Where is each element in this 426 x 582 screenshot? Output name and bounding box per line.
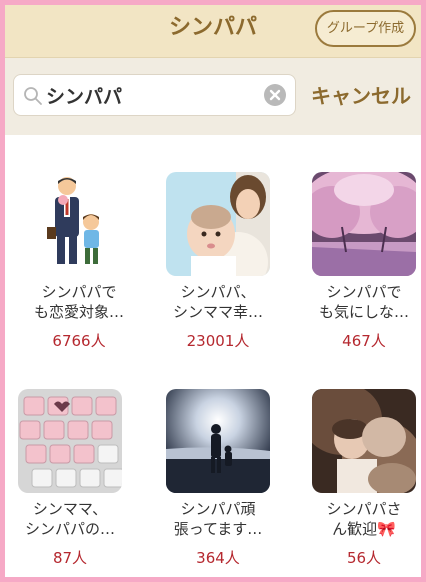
clear-icon[interactable] (264, 84, 286, 106)
group-title[interactable]: シンパパさ ん歓迎🎀 (292, 499, 421, 539)
header-bar: シンパパ グループ作成 (5, 5, 421, 58)
search-bar: キャンセル (5, 58, 421, 135)
group-thumbnail[interactable] (27, 172, 131, 276)
member-count: 23001人 (186, 332, 250, 350)
search-input[interactable] (46, 79, 256, 111)
group-thumbnail[interactable] (18, 389, 122, 493)
group-thumbnail[interactable] (312, 172, 416, 276)
group-thumbnail[interactable] (166, 172, 270, 276)
member-count: 467人 (342, 332, 386, 350)
group-title[interactable]: シンパパ、 シンママ幸… (146, 282, 290, 322)
search-icon (23, 86, 43, 106)
cancel-button[interactable]: キャンセル (306, 80, 416, 112)
search-box[interactable] (13, 74, 296, 116)
group-results-grid: シンパパで も恋愛対象… 6766人 シンパパ、 シンママ幸… 23001人 シ… (5, 135, 421, 577)
group-title[interactable]: シンパパ頑 張ってます… (146, 499, 290, 539)
member-count: 87人 (52, 549, 88, 567)
group-title[interactable]: シンパパで も恋愛対象… (7, 282, 151, 322)
member-count: 364人 (196, 549, 240, 567)
create-group-button[interactable]: グループ作成 (315, 10, 416, 47)
member-count: 56人 (346, 549, 382, 567)
group-title[interactable]: シンパパで も気にしな… (292, 282, 421, 322)
group-thumbnail[interactable] (166, 389, 270, 493)
group-title[interactable]: シンママ、 シンパパの… (5, 499, 142, 539)
app-frame: シンパパ グループ作成 キャンセル (5, 5, 421, 577)
group-thumbnail[interactable] (312, 389, 416, 493)
member-count: 6766人 (52, 332, 106, 350)
